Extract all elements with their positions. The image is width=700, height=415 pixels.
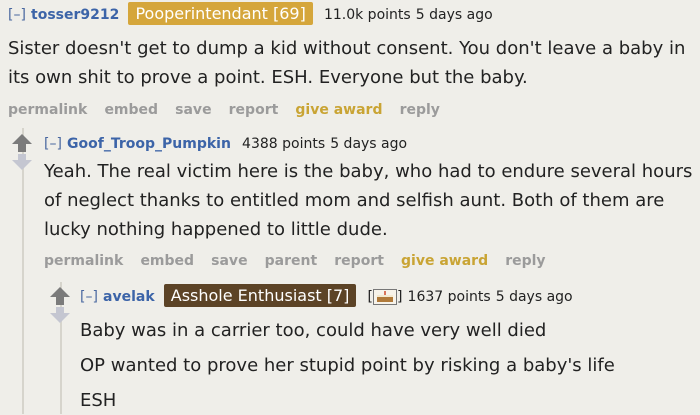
vote-arrows [50, 287, 70, 323]
up-arrow-icon[interactable] [12, 134, 32, 152]
embed-link[interactable]: embed [104, 102, 158, 118]
comment-author[interactable]: avelak [103, 289, 155, 305]
down-arrow-icon[interactable] [12, 154, 32, 170]
reply-link[interactable]: reply [400, 102, 440, 118]
comment-3-header: [–] avelak Asshole Enthusiast [7] [ ] 16… [80, 284, 573, 307]
down-arrow-icon[interactable] [50, 307, 70, 323]
comment-author[interactable]: tosser9212 [31, 7, 119, 23]
report-link[interactable]: report [229, 102, 279, 118]
permalink-link[interactable]: permalink [8, 102, 87, 118]
reply-link[interactable]: reply [505, 253, 545, 269]
comment-author[interactable]: Goof_Troop_Pumpkin [67, 136, 231, 152]
report-link[interactable]: report [334, 253, 384, 269]
permalink-link[interactable]: permalink [44, 253, 123, 269]
parent-link[interactable]: parent [265, 253, 318, 269]
save-link[interactable]: save [175, 102, 211, 118]
up-arrow-icon[interactable] [50, 287, 70, 305]
comment-points: 11.0k points [323, 7, 411, 23]
comment-2-actions: permalink embed save parent report give … [44, 250, 558, 269]
comment-3-line-3: ESH [80, 390, 117, 411]
comment-1-actions: permalink embed save report give award r… [8, 99, 452, 118]
collapse-toggle[interactable]: [–] [44, 136, 62, 152]
save-link[interactable]: save [211, 253, 247, 269]
comment-age: 5 days ago [415, 7, 493, 23]
badge-close-bracket: ] [396, 289, 403, 305]
give-award-link[interactable]: give award [295, 102, 382, 118]
comment-age: 5 days ago [330, 136, 408, 152]
comment-3-line-2: OP wanted to prove her stupid point by r… [80, 355, 615, 376]
comment-2-header: [–] Goof_Troop_Pumpkin 4388 points 5 day… [44, 133, 407, 152]
comment-points: 4388 points [242, 136, 326, 152]
cake-icon [372, 288, 397, 305]
give-award-link[interactable]: give award [401, 253, 488, 269]
user-flair: Pooperintendant [69] [128, 2, 313, 25]
comment-1-header: [–] tosser9212 Pooperintendant [69] 11.0… [8, 2, 493, 25]
comment-age: 5 days ago [495, 289, 573, 305]
comment-1-body: Sister doesn't get to dump a kid without… [8, 38, 686, 88]
collapse-toggle[interactable]: [–] [8, 7, 26, 23]
user-flair: Asshole Enthusiast [7] [163, 284, 357, 307]
comment-points: 1637 points [407, 289, 491, 305]
vote-arrows [12, 134, 32, 170]
collapse-toggle[interactable]: [–] [80, 289, 98, 305]
comment-2-body: Yeah. The real victim here is the baby, … [44, 161, 693, 240]
comment-3-line-1: Baby was in a carrier too, could have ve… [80, 320, 547, 341]
embed-link[interactable]: embed [140, 253, 194, 269]
